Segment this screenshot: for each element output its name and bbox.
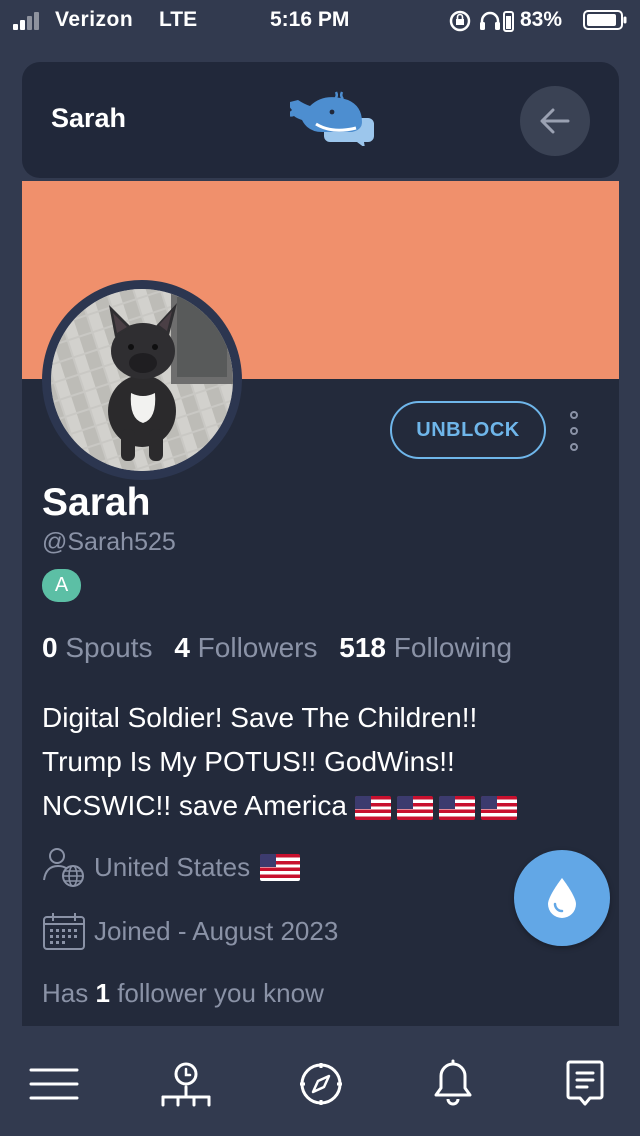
nav-menu[interactable] — [24, 1054, 84, 1114]
profile-name: Sarah — [42, 481, 151, 524]
header-title: Sarah — [51, 103, 127, 133]
status-bar: Verizon LTE 5:16 PM 83% — [0, 0, 640, 40]
unblock-button[interactable]: UNBLOCK — [390, 401, 546, 459]
arrow-left-icon — [540, 108, 570, 134]
bio-line: Trump Is My POTUS!! GodWins!! — [42, 746, 455, 777]
bio-line: Digital Soldier! Save The Children!! — [42, 702, 478, 733]
clock: 5:16 PM — [270, 8, 350, 31]
us-flag-emojis — [354, 790, 523, 821]
whale-chat-logo — [290, 91, 374, 146]
signal-icon — [13, 10, 47, 30]
avatar[interactable] — [42, 280, 242, 480]
profile-handle: @Sarah525 — [42, 528, 176, 556]
spouts-stat[interactable]: 0 Spouts — [42, 632, 153, 663]
bell-icon — [434, 1059, 472, 1106]
us-flag-icon — [354, 795, 391, 820]
rotation-lock-icon — [449, 10, 514, 32]
nav-timeline[interactable] — [156, 1054, 216, 1114]
joined-row: Joined - August 2023 — [42, 911, 338, 951]
profile-badge: A — [42, 569, 81, 602]
location-text: United States — [94, 851, 251, 882]
nav-notifications[interactable] — [423, 1054, 483, 1114]
nav-notes[interactable] — [555, 1054, 615, 1114]
location-row: United States — [42, 846, 306, 888]
us-flag-icon — [480, 795, 517, 820]
followers-stat[interactable]: 4 Followers — [174, 632, 317, 663]
water-drop-icon — [548, 878, 576, 918]
us-flag-icon — [438, 795, 475, 820]
joined-text: Joined - August 2023 — [94, 915, 339, 946]
profile-stats: 0 Spouts 4 Followers 518 Following — [42, 632, 526, 664]
nav-explore[interactable] — [291, 1054, 351, 1114]
us-flag-icon — [396, 795, 433, 820]
carrier-label: Verizon — [55, 8, 134, 31]
notes-icon — [566, 1060, 604, 1106]
bottom-nav — [0, 1030, 640, 1136]
compose-spout-button[interactable] — [514, 850, 610, 946]
network-label: LTE — [159, 8, 198, 31]
mutual-followers[interactable]: Has 1 follower you know — [42, 978, 324, 1009]
back-button[interactable] — [520, 86, 590, 156]
header-bar: Sarah — [22, 62, 619, 178]
profile-bio: Digital Soldier! Save The Children!! Tru… — [42, 696, 582, 828]
calendar-icon — [43, 913, 85, 950]
battery-percent: 83% — [520, 8, 563, 31]
timeline-icon — [161, 1062, 211, 1107]
avatar-photo — [51, 289, 233, 471]
more-options-icon[interactable] — [562, 409, 584, 453]
battery-icon — [583, 10, 627, 30]
us-flag-icon — [260, 853, 301, 881]
person-globe-icon — [43, 848, 84, 887]
compass-icon — [300, 1063, 342, 1105]
bio-line: NCSWIC!! save America — [42, 784, 582, 828]
following-stat[interactable]: 518 Following — [339, 632, 512, 663]
menu-icon — [29, 1068, 79, 1100]
